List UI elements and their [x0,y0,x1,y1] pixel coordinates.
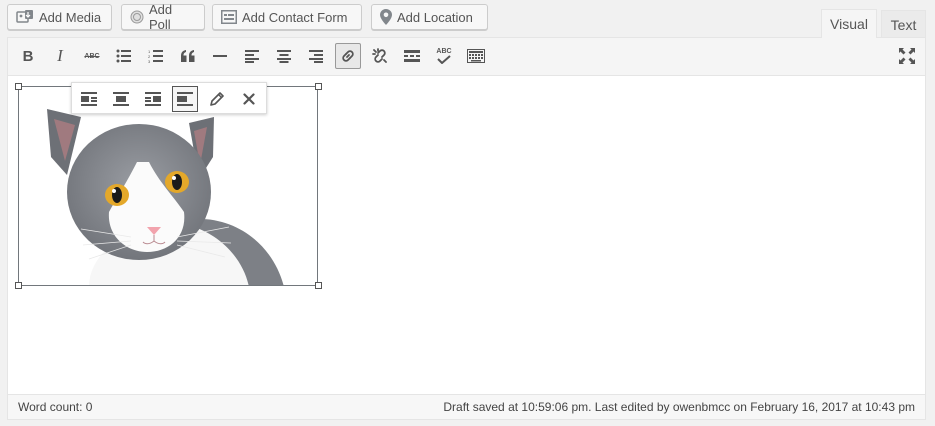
toolbar-toggle-button[interactable] [463,43,489,69]
image-inline-toolbar [71,82,267,114]
tab-text-label: Text [890,16,917,33]
align-right-button[interactable] [303,43,329,69]
image-align-none-icon [177,92,193,106]
numbered-list-button[interactable]: 123 [143,43,169,69]
horizontal-rule-button[interactable] [207,43,233,69]
media-icon [16,9,34,25]
italic-button[interactable]: I [47,43,73,69]
bullet-list-icon [116,49,131,63]
svg-text:3: 3 [148,59,151,63]
image-align-left-icon [81,92,97,106]
unlink-icon [372,48,387,63]
keyboard-icon [467,49,485,63]
add-media-label: Add Media [39,9,102,25]
resize-handle-bottom-left[interactable] [15,282,22,289]
tab-text[interactable]: Text [881,10,926,38]
cat-image[interactable] [18,86,318,286]
align-center-icon [277,50,291,63]
resize-handle-top-right[interactable] [315,83,322,90]
bold-icon: B [22,47,34,65]
image-align-center-button[interactable] [108,86,134,112]
align-center-button[interactable] [271,43,297,69]
editor: B I ABC 123 ABC Word count: 0 Draft save… [7,37,926,420]
image-align-center-icon [113,92,129,106]
image-remove-button[interactable] [236,86,262,112]
image-edit-button[interactable] [204,86,230,112]
horizontal-rule-icon [213,55,227,57]
status-bar: Word count: 0 Draft saved at 10:59:06 pm… [8,394,925,419]
add-contact-form-button[interactable]: Add Contact Form [212,4,362,30]
strikethrough-button[interactable]: ABC [79,43,105,69]
blockquote-button[interactable] [175,43,201,69]
link-icon [342,50,354,62]
resize-handle-top-left[interactable] [15,83,22,90]
tab-visual-label: Visual [830,16,868,32]
draft-status: Draft saved at 10:59:06 pm. Last edited … [443,400,915,414]
add-poll-label: Add Poll [149,2,173,32]
bullet-list-button[interactable] [111,43,137,69]
fullscreen-button[interactable] [894,43,920,69]
cat-photo [47,109,284,285]
italic-icon: I [57,46,63,65]
image-align-left-button[interactable] [76,86,102,112]
resize-handle-bottom-right[interactable] [315,282,322,289]
strikethrough-icon: ABC [84,52,100,60]
close-icon [243,93,255,105]
add-contact-form-label: Add Contact Form [242,9,348,25]
editor-content[interactable] [8,76,925,394]
add-location-label: Add Location [397,9,473,25]
add-location-button[interactable]: Add Location [371,4,488,30]
add-media-button[interactable]: Add Media [7,4,112,30]
location-pin-icon [380,9,392,25]
formatting-toolbar: B I ABC 123 ABC [8,38,925,76]
poll-icon [130,10,144,24]
unlink-button[interactable] [367,43,393,69]
image-align-right-icon [145,92,161,106]
fullscreen-icon [899,48,915,64]
align-left-button[interactable] [239,43,265,69]
insert-link-button[interactable] [335,43,361,69]
align-left-icon [245,50,259,63]
align-right-icon [309,50,323,63]
add-poll-button[interactable]: Add Poll [121,2,205,32]
spellcheck-label: ABC [436,48,452,55]
blockquote-icon [181,50,195,62]
spellcheck-icon: ABC [436,48,452,64]
tab-visual[interactable]: Visual [821,9,877,38]
bold-button[interactable]: B [15,43,41,69]
contact-form-icon [221,10,237,24]
image-align-right-button[interactable] [140,86,166,112]
spellcheck-button[interactable]: ABC [431,43,457,69]
pencil-icon [210,92,224,106]
read-more-button[interactable] [399,43,425,69]
image-align-none-button[interactable] [172,86,198,112]
numbered-list-icon: 123 [148,49,163,63]
word-count: Word count: 0 [18,400,93,414]
read-more-icon [404,50,420,62]
